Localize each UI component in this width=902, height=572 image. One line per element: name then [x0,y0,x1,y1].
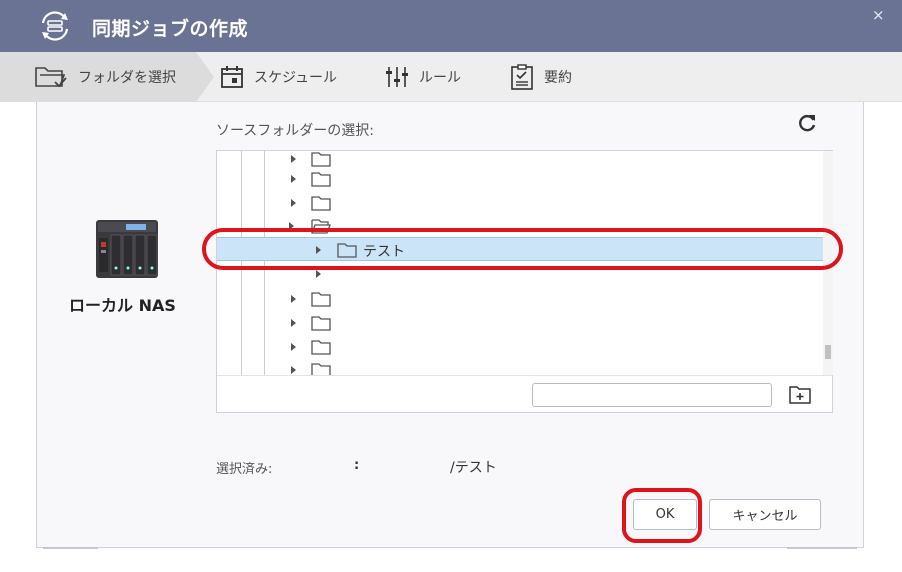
step-label: 要約 [544,70,572,86]
step-rules[interactable]: ルール [385,52,461,102]
tree-row[interactable] [217,167,823,191]
expand-arrow-icon[interactable] [289,222,294,230]
cancel-button[interactable]: キャンセル [709,499,821,530]
folder-icon [311,152,331,167]
expand-arrow-icon[interactable] [316,246,321,254]
expand-arrow-icon[interactable] [291,366,296,374]
tree-row[interactable] [217,335,823,359]
expand-arrow-icon[interactable] [291,199,296,207]
folder-tree-list: テスト [217,151,823,375]
folder-tree: テスト [216,150,833,413]
new-folder-icon[interactable] [789,384,811,404]
expand-arrow-icon[interactable] [291,155,296,163]
window-title: 同期ジョブの作成 [92,18,249,40]
step-schedule[interactable]: スケジュール [220,52,337,102]
expand-arrow-icon[interactable] [291,343,296,351]
expand-arrow-icon[interactable] [291,175,296,183]
folder-name: テスト [363,244,405,260]
tree-row[interactable] [217,311,823,335]
folder-icon [311,292,331,307]
folder-icon [311,316,331,331]
new-folder-name-input[interactable] [532,383,772,407]
tree-row[interactable] [217,214,823,238]
ok-button[interactable]: OK [633,499,697,530]
step-label: ルール [419,70,461,86]
step-select-folder[interactable]: フォルダを選択 [34,52,176,102]
expand-arrow-icon[interactable] [291,295,296,303]
sync-job-icon [41,11,69,41]
refresh-icon[interactable] [796,112,818,134]
folder-check-icon [35,67,67,88]
expand-arrow-icon[interactable] [291,319,296,327]
folder-icon [311,363,331,375]
calendar-icon [221,66,243,88]
close-icon[interactable]: × [872,6,885,24]
folder-icon [337,243,357,258]
divider [787,547,857,549]
selected-separator: : [354,458,360,473]
tree-row[interactable] [217,358,823,375]
folder-open-icon [311,219,331,234]
title-bar: 同期ジョブの作成 × [0,0,902,52]
folder-icon [311,340,331,355]
tree-row[interactable] [217,262,823,286]
source-folder-label: ソースフォルダーの選択: [216,123,375,139]
step-label: フォルダを選択 [78,70,176,86]
expand-arrow-icon[interactable] [316,270,321,278]
tree-footer [217,375,832,412]
folder-icon [311,196,331,211]
sliders-icon [386,67,408,87]
selected-path: /テスト [450,460,497,476]
tree-scrollbar[interactable] [823,151,833,375]
clipboard-icon [511,64,533,90]
step-summary[interactable]: 要約 [510,52,572,102]
tree-row[interactable] [217,287,823,311]
device-label: ローカル NAS [69,296,176,315]
selected-label: 選択済み: [216,462,273,477]
nas-icon [96,220,158,278]
step-label: スケジュール [254,70,338,86]
folder-icon [311,172,331,187]
wizard-steps: フォルダを選択 スケジュール ルール 要約 [0,52,902,102]
tree-row[interactable] [217,191,823,215]
scrollbar-thumb[interactable] [825,345,831,359]
divider [43,547,98,549]
tree-row-selected[interactable]: テスト [217,237,823,261]
